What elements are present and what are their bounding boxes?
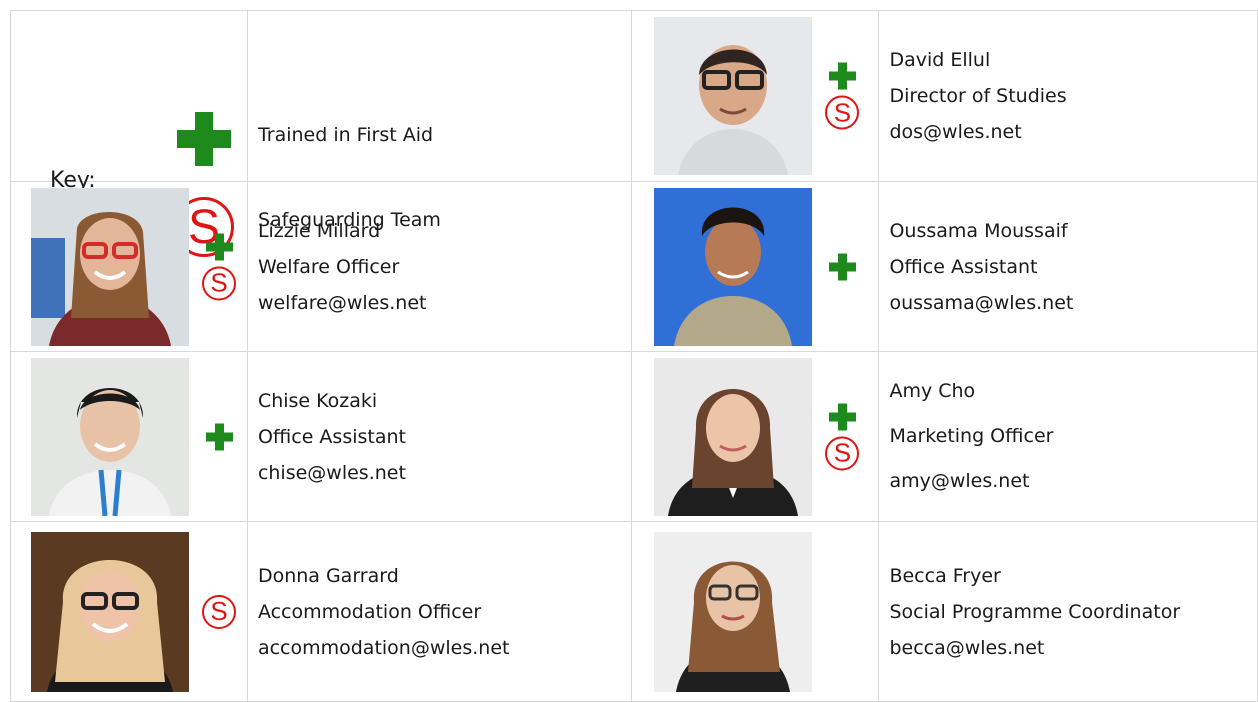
- qualification-icons: S: [199, 233, 239, 300]
- staff-role: Director of Studies: [889, 85, 1067, 107]
- staff-email: chise@wles.net: [257, 461, 406, 484]
- green-cross-icon: [205, 233, 233, 260]
- staff-photo: [654, 17, 813, 175]
- red-circled-s-icon: S: [825, 436, 860, 470]
- qualification-icons: [822, 253, 862, 280]
- qualification-icons: S: [199, 594, 239, 629]
- staff-photo-cell: S: [631, 351, 880, 522]
- staff-photo-cell: [10, 351, 248, 522]
- qualification-icons: S: [822, 403, 862, 470]
- red-circled-s-icon: S: [202, 594, 236, 629]
- qualification-icons: [199, 423, 239, 450]
- staff-photo-cell: S: [631, 10, 880, 182]
- staff-name: Chise Kozaki: [257, 389, 378, 412]
- staff-photo-cell: [631, 181, 880, 352]
- staff-info-cell: Becca Fryer Social Programme Coordinator…: [878, 521, 1258, 702]
- staff-role: Office Assistant: [889, 255, 1038, 278]
- key-icon-cell: Key: S: [10, 10, 248, 257]
- table-row: Key: S Trained in First Aid Safeguarding…: [10, 10, 1258, 257]
- person-photo-icon: [31, 187, 189, 346]
- staff-info-cell: Amy Cho Marketing Officer amy@wles.net: [878, 351, 1258, 522]
- red-circled-s-icon: S: [202, 266, 236, 300]
- staff-photo: [654, 187, 813, 346]
- staff-photo: [654, 357, 813, 516]
- staff-role: Social Programme Coordinator: [889, 600, 1181, 623]
- green-cross-icon: [177, 112, 231, 166]
- staff-email: accommodation@wles.net: [257, 636, 510, 659]
- staff-role: Office Assistant: [257, 425, 406, 448]
- staff-email: welfare@wles.net: [257, 291, 427, 314]
- staff-info-cell: Chise Kozaki Office Assistant chise@wles…: [246, 351, 633, 522]
- key-text-cell: Trained in First Aid Safeguarding Team: [246, 10, 633, 231]
- red-circled-s-icon: S: [825, 95, 860, 130]
- green-cross-icon: [828, 403, 856, 430]
- key-first-aid-text: Trained in First Aid: [257, 124, 434, 146]
- staff-info-cell: Lizzie Millard Welfare Officer welfare@w…: [246, 181, 633, 352]
- table-row: S Donna Garrard Accommodation Officer ac…: [10, 521, 1258, 702]
- staff-photo: [654, 531, 813, 692]
- staff-info-cell: David Ellul Director of Studies dos@wles…: [878, 10, 1258, 182]
- person-photo-icon: [31, 531, 189, 692]
- staff-role: Accommodation Officer: [257, 600, 482, 623]
- staff-name: David Ellul: [889, 49, 991, 71]
- key-safeguarding-text: Safeguarding Team: [257, 209, 441, 231]
- staff-name: Oussama Moussaif: [889, 219, 1068, 242]
- staff-name: Donna Garrard: [257, 564, 399, 587]
- staff-role: Welfare Officer: [257, 255, 400, 278]
- staff-photo: [31, 531, 189, 692]
- staff-photo-cell: [631, 521, 880, 702]
- staff-contact-table: Key: S Trained in First Aid Safeguarding…: [10, 10, 1258, 702]
- staff-info-cell: Oussama Moussaif Office Assistant oussam…: [878, 181, 1258, 352]
- staff-name: Amy Cho: [889, 380, 976, 402]
- person-photo-icon: [654, 357, 813, 516]
- green-cross-icon: [828, 253, 856, 280]
- person-photo-icon: [31, 357, 189, 516]
- table-row: Chise Kozaki Office Assistant chise@wles…: [10, 351, 1258, 522]
- staff-photo-cell: S: [10, 521, 248, 702]
- staff-email: oussama@wles.net: [889, 291, 1074, 314]
- staff-email: dos@wles.net: [889, 121, 1022, 143]
- qualification-icons: S: [822, 62, 862, 130]
- staff-email: amy@wles.net: [889, 470, 1030, 492]
- person-photo-icon: [654, 187, 813, 346]
- staff-email: becca@wles.net: [889, 636, 1045, 659]
- green-cross-icon: [205, 423, 233, 450]
- staff-photo: [31, 187, 189, 346]
- staff-photo: [31, 357, 189, 516]
- person-photo-icon: [654, 531, 813, 692]
- staff-name: Becca Fryer: [889, 564, 1001, 587]
- person-photo-icon: [654, 17, 813, 175]
- green-cross-icon: [828, 62, 856, 90]
- staff-role: Marketing Officer: [889, 425, 1054, 447]
- staff-info-cell: Donna Garrard Accommodation Officer acco…: [246, 521, 633, 702]
